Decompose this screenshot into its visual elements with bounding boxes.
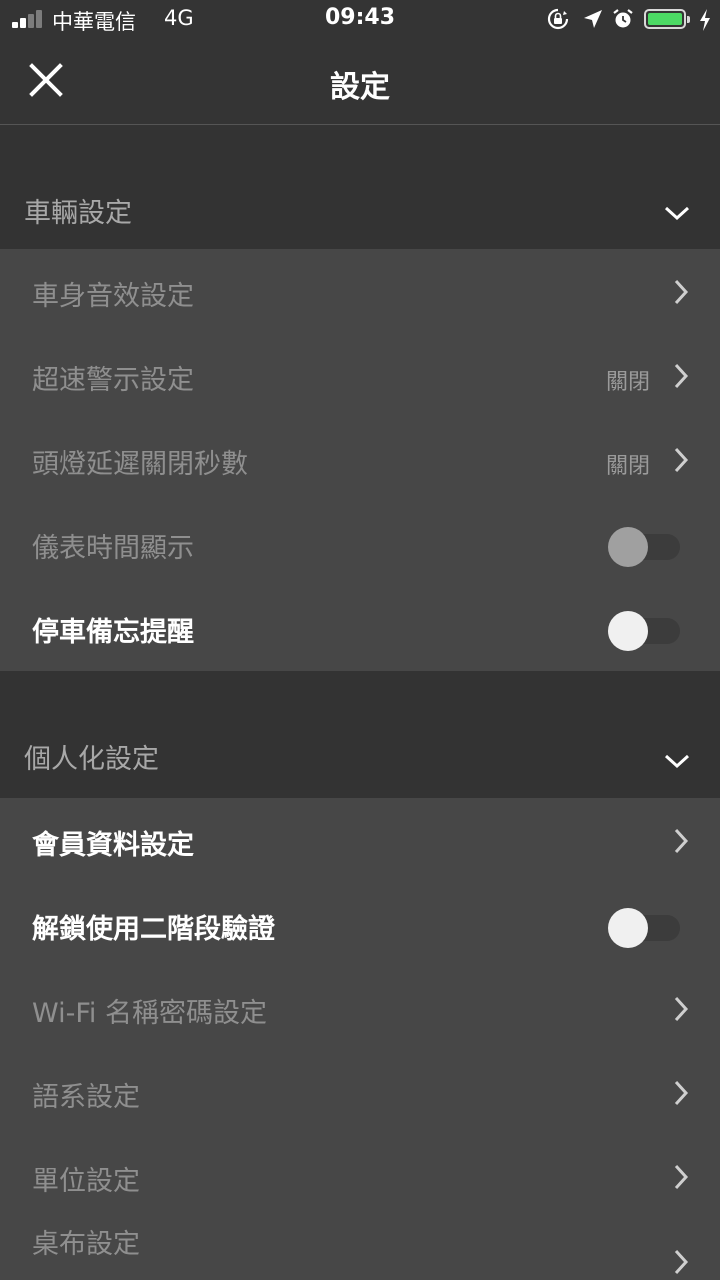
battery-icon (644, 9, 690, 29)
chevron-right-icon (674, 363, 689, 389)
section-title: 車輛設定 (24, 198, 132, 229)
row-label: 單位設定 (32, 1166, 140, 1197)
chevron-right-icon (674, 996, 689, 1022)
settings-row-dashboard-time: 儀表時間顯示 (0, 502, 720, 586)
chevron-right-icon (674, 279, 689, 305)
page-title: 設定 (330, 70, 390, 105)
chevron-right-icon (674, 447, 689, 473)
section-title: 個人化設定 (24, 744, 159, 775)
nav-bar: 設定 (0, 40, 720, 125)
settings-row-two-step-unlock: 解鎖使用二階段驗證 (0, 883, 720, 967)
settings-row-speed-warning[interactable]: 超速警示設定 關閉 (0, 334, 720, 418)
section-header-vehicle[interactable]: 車輛設定 (0, 125, 720, 249)
row-label: 桌布設定 (32, 1229, 140, 1260)
status-bar: 中華電信 4G 09:43 (0, 0, 720, 40)
row-label: Wi-Fi 名稱密碼設定 (32, 998, 267, 1029)
parking-reminder-toggle[interactable] (606, 610, 682, 651)
settings-row-wallpaper[interactable]: 桌布設定 (0, 1196, 720, 1280)
row-label: 頭燈延遲關閉秒數 (32, 449, 248, 480)
settings-row-language[interactable]: 語系設定 (0, 1051, 720, 1135)
chevron-down-icon (664, 754, 690, 769)
two-step-verification-toggle[interactable] (606, 907, 682, 948)
chevron-right-icon (674, 828, 689, 854)
orientation-lock-icon (547, 8, 569, 30)
chevron-right-icon (674, 1080, 689, 1106)
location-arrow-icon (584, 10, 602, 28)
charging-bolt-icon (700, 9, 710, 31)
row-label: 超速警示設定 (32, 365, 194, 396)
row-label: 語系設定 (32, 1082, 140, 1113)
settings-row-parking-reminder: 停車備忘提醒 (0, 586, 720, 670)
row-label: 會員資料設定 (32, 830, 194, 861)
chevron-down-icon (664, 206, 690, 221)
chevron-right-icon (674, 1249, 689, 1275)
dashboard-time-toggle[interactable] (606, 526, 682, 567)
row-label: 儀表時間顯示 (32, 533, 194, 564)
chevron-right-icon (674, 1164, 689, 1190)
section-header-personal[interactable]: 個人化設定 (0, 671, 720, 798)
alarm-icon (613, 9, 633, 28)
row-label: 停車備忘提醒 (32, 617, 194, 648)
row-label: 解鎖使用二階段驗證 (32, 914, 275, 945)
settings-row-member-info[interactable]: 會員資料設定 (0, 799, 720, 883)
settings-row-body-sound[interactable]: 車身音效設定 (0, 250, 720, 334)
settings-row-headlight-delay[interactable]: 頭燈延遲關閉秒數 關閉 (0, 418, 720, 502)
row-label: 車身音效設定 (32, 281, 194, 312)
row-value: 關閉 (605, 454, 650, 479)
row-value: 關閉 (605, 370, 650, 395)
settings-row-wifi[interactable]: Wi-Fi 名稱密碼設定 (0, 967, 720, 1051)
